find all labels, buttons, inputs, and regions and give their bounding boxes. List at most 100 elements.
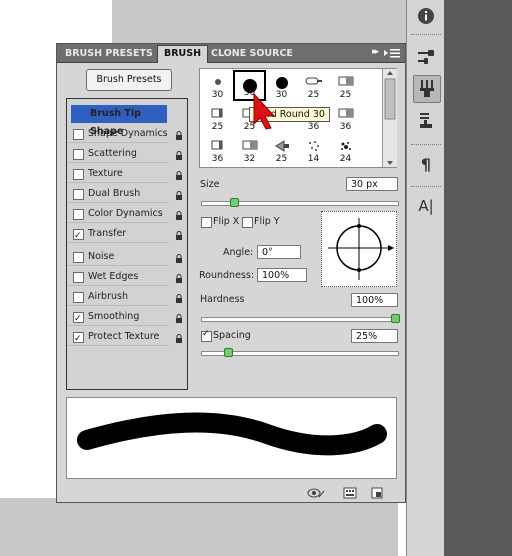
- option-texture[interactable]: Texture: [67, 165, 187, 183]
- clone-stamp-icon[interactable]: [413, 108, 439, 134]
- option-checkbox[interactable]: [73, 252, 84, 263]
- angle-field[interactable]: 0°: [257, 245, 301, 259]
- option-dual-brush[interactable]: Dual Brush: [67, 185, 187, 203]
- option-checkbox[interactable]: [73, 129, 84, 140]
- panel-tab-bar: BRUSH PRESETS BRUSH CLONE SOURCE ▸▸: [57, 44, 405, 63]
- show-brush-grid-icon[interactable]: [343, 487, 357, 499]
- size-field[interactable]: 30 px: [346, 177, 398, 191]
- stroke-preview: [66, 397, 397, 479]
- bristle-flat-icon: [305, 76, 323, 89]
- option-smoothing[interactable]: Smoothing: [67, 308, 187, 328]
- lock-icon[interactable]: [175, 149, 183, 160]
- spacing-field[interactable]: 25%: [351, 329, 398, 343]
- bristle-wide-icon: [338, 76, 354, 89]
- toggle-live-tip-preview-icon[interactable]: [307, 487, 325, 499]
- lock-icon[interactable]: [175, 229, 183, 240]
- option-protect-texture[interactable]: Protect Texture: [67, 328, 187, 348]
- option-label: Shape Dynamics: [88, 128, 168, 139]
- flip-y-label: Flip Y: [254, 216, 280, 227]
- option-color-dynamics[interactable]: Color Dynamics: [67, 205, 187, 223]
- background-canvas-top: [112, 0, 406, 44]
- spacing-slider-knob[interactable]: [223, 348, 233, 357]
- option-checkbox[interactable]: [73, 272, 84, 283]
- lock-icon[interactable]: [175, 189, 183, 200]
- option-checkbox[interactable]: [73, 209, 84, 220]
- option-transfer[interactable]: Transfer: [67, 225, 187, 245]
- hardness-field[interactable]: 100%: [351, 293, 398, 307]
- size-slider-knob[interactable]: [229, 198, 239, 207]
- hardness-slider-track[interactable]: [201, 317, 399, 322]
- brush-tip-size: 32: [243, 154, 256, 164]
- lock-icon[interactable]: [175, 292, 183, 303]
- option-checkbox[interactable]: [73, 189, 84, 200]
- spacing-checkbox[interactable]: [201, 329, 212, 342]
- brush-tip-cell[interactable]: 32: [233, 134, 266, 165]
- brush-tip-size: 25: [307, 90, 320, 100]
- lock-icon[interactable]: [175, 129, 183, 140]
- brush-icon[interactable]: [413, 75, 441, 103]
- dock-separator: [411, 186, 441, 187]
- background-canvas-bottom: [0, 498, 398, 556]
- tab-brush-presets[interactable]: BRUSH PRESETS: [59, 46, 159, 62]
- brush-settings-icon[interactable]: [413, 44, 439, 70]
- brush-tip-cell[interactable]: 36: [329, 102, 362, 133]
- option-label: Color Dynamics: [88, 208, 163, 219]
- brush-tip-size: 36: [339, 122, 352, 132]
- lock-icon[interactable]: [175, 209, 183, 220]
- roundness-field[interactable]: 100%: [257, 268, 307, 282]
- brush-tip-cell[interactable]: 25: [201, 102, 234, 133]
- option-checkbox[interactable]: [73, 292, 84, 303]
- option-checkbox[interactable]: [73, 227, 84, 245]
- option-brush-tip-shape[interactable]: Brush Tip Shape: [71, 105, 167, 137]
- character-icon[interactable]: A|: [413, 193, 439, 219]
- brush-tip-size: 30: [211, 90, 224, 100]
- paragraph-icon[interactable]: ¶: [413, 151, 439, 177]
- brush-tip-cell[interactable]: 25: [265, 134, 298, 165]
- lock-icon[interactable]: [175, 272, 183, 283]
- option-label: Protect Texture: [88, 331, 160, 342]
- collapse-arrows-icon[interactable]: ▸▸: [372, 47, 379, 57]
- lock-icon[interactable]: [175, 252, 183, 263]
- option-checkbox[interactable]: [73, 169, 84, 180]
- tab-clone-source[interactable]: CLONE SOURCE: [205, 46, 299, 62]
- bristle-wide-icon: [338, 108, 354, 121]
- option-separator: [67, 222, 169, 223]
- option-separator: [67, 142, 169, 143]
- lock-icon[interactable]: [175, 169, 183, 180]
- brush-grid-scrollbar[interactable]: [382, 69, 397, 167]
- panel-dock: ¶ A|: [406, 0, 446, 556]
- brush-tip-cell[interactable]: 30: [201, 70, 234, 101]
- option-wet-edges[interactable]: Wet Edges: [67, 268, 187, 286]
- brush-tip-size: 25: [339, 90, 352, 100]
- option-airbrush[interactable]: Airbrush: [67, 288, 187, 306]
- brush-presets-button[interactable]: Brush Presets: [86, 69, 172, 91]
- tab-brush[interactable]: BRUSH: [157, 45, 209, 63]
- option-scattering[interactable]: Scattering: [67, 145, 187, 163]
- brush-tip-cell[interactable]: 24: [329, 134, 362, 165]
- brush-tip-cell[interactable]: 36: [201, 134, 234, 165]
- spacing-label: Spacing: [213, 330, 251, 341]
- option-noise[interactable]: Noise: [67, 248, 187, 266]
- option-separator: [67, 265, 169, 266]
- angle-roundness-preview[interactable]: [321, 211, 397, 287]
- option-checkbox[interactable]: [73, 310, 84, 328]
- lock-icon[interactable]: [175, 312, 183, 323]
- flip-x-checkbox[interactable]: [201, 217, 212, 228]
- info-icon[interactable]: [413, 3, 439, 29]
- option-label: Wet Edges: [88, 271, 139, 282]
- option-checkbox[interactable]: [73, 149, 84, 160]
- hardness-slider-knob[interactable]: [391, 314, 400, 323]
- option-label: Dual Brush: [88, 188, 141, 199]
- create-new-brush-icon[interactable]: [371, 487, 385, 499]
- panel-menu-icon[interactable]: [383, 47, 401, 59]
- option-shape-dynamics[interactable]: Shape Dynamics: [67, 125, 187, 143]
- brush-tip-size: 25: [275, 154, 288, 164]
- lock-icon[interactable]: [175, 332, 183, 343]
- brush-tip-cell[interactable]: 25: [297, 70, 330, 101]
- option-separator: [67, 345, 169, 346]
- option-checkbox[interactable]: [73, 330, 84, 348]
- option-separator: [67, 325, 169, 326]
- brush-tip-cell[interactable]: 14: [297, 134, 330, 165]
- brush-tip-cell[interactable]: 25: [329, 70, 362, 101]
- flip-y-checkbox[interactable]: [242, 217, 253, 228]
